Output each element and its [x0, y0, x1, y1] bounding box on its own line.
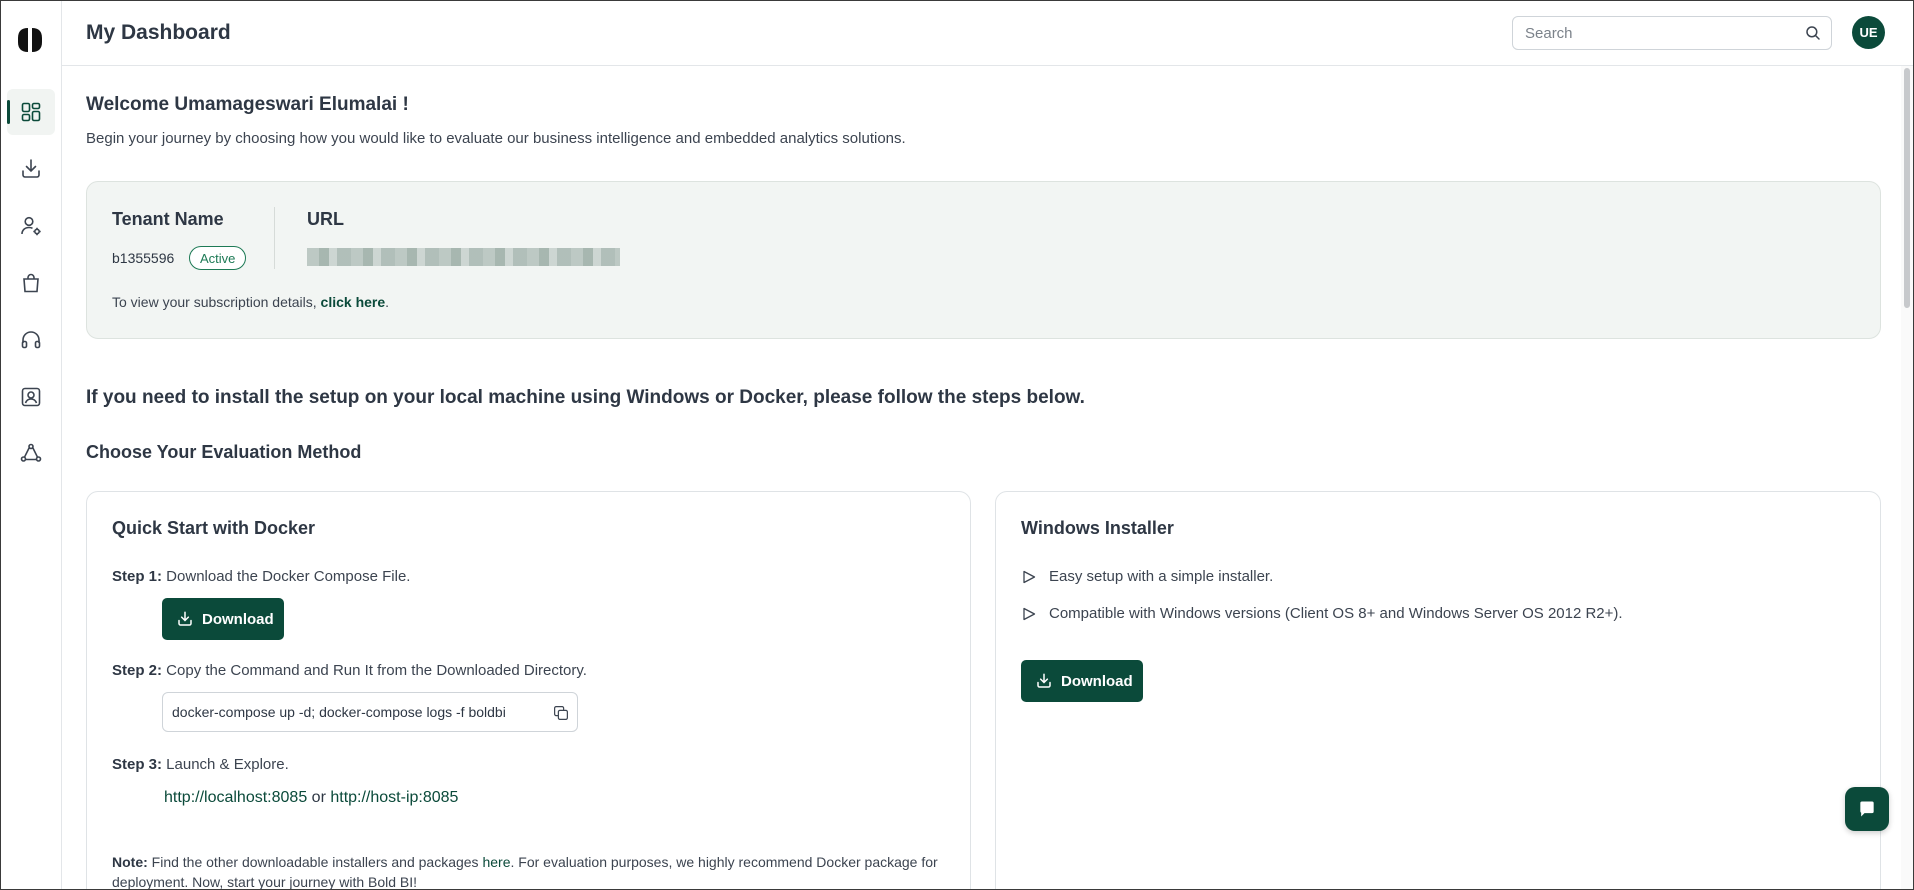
- subscription-link[interactable]: click here: [321, 294, 386, 310]
- subscription-suffix: .: [385, 294, 390, 310]
- download-icon: [22, 159, 40, 178]
- page-scrollbar[interactable]: [1901, 66, 1913, 889]
- logo-icon: [18, 28, 42, 52]
- sidebar-item-support[interactable]: [7, 317, 55, 363]
- download-icon: [178, 611, 192, 626]
- windows-download-button[interactable]: Download: [1021, 660, 1143, 702]
- sidebar: [1, 1, 62, 889]
- tenant-divider: [274, 207, 275, 269]
- subscription-prefix: To view your subscription details,: [112, 294, 321, 310]
- search-box: [1512, 16, 1832, 50]
- localhost-link[interactable]: http://localhost:8085: [164, 789, 307, 806]
- windows-card: Windows Installer Easy setup with a simp…: [995, 491, 1881, 889]
- play-arrow-icon: [1023, 607, 1036, 620]
- docker-step-1: Step 1: Download the Docker Compose File…: [112, 568, 410, 585]
- search-input[interactable]: [1514, 18, 1794, 48]
- installers-link[interactable]: here: [482, 854, 510, 870]
- windows-feature-1: Easy setup with a simple installer.: [1021, 568, 1273, 585]
- sidebar-item-store[interactable]: [7, 260, 55, 306]
- docker-step-3: Step 3: Launch & Explore.: [112, 756, 289, 773]
- step-3-text: Launch & Explore.: [162, 756, 289, 773]
- download-label: Download: [1061, 672, 1133, 690]
- user-avatar[interactable]: UE: [1852, 16, 1885, 49]
- feature-1-text: Easy setup with a simple installer.: [1049, 568, 1274, 585]
- chat-bubble-icon: [1860, 801, 1874, 817]
- launch-links: http://localhost:8085 or http://host-ip:…: [164, 789, 458, 807]
- page-title: My Dashboard: [86, 21, 231, 44]
- docker-note: Note: Find the other downloadable instal…: [112, 852, 952, 889]
- docker-step-2: Step 2: Copy the Command and Run It from…: [112, 662, 587, 679]
- step-1-label: Step 1:: [112, 568, 163, 585]
- docker-card-title: Quick Start with Docker: [112, 518, 316, 538]
- step-2-label: Step 2:: [112, 662, 163, 679]
- note-label: Note:: [112, 854, 148, 870]
- top-header: My Dashboard UE: [62, 1, 1913, 66]
- app-window: My Dashboard UE Welcome Umamageswari Elu…: [0, 0, 1914, 890]
- url-label: URL: [307, 209, 344, 229]
- windows-card-title: Windows Installer: [1021, 518, 1174, 538]
- sidebar-item-community[interactable]: [7, 431, 55, 477]
- welcome-heading: Welcome Umamageswari Elumalai !: [86, 94, 409, 115]
- community-icon: [20, 443, 42, 462]
- command-box[interactable]: docker-compose up -d; docker-compose log…: [162, 692, 578, 732]
- note-text-1: Find the other downloadable installers a…: [147, 854, 483, 870]
- feature-2-text: Compatible with Windows versions (Client…: [1049, 605, 1623, 622]
- main-content: Welcome Umamageswari Elumalai ! Begin yo…: [62, 67, 1901, 889]
- sidebar-item-dashboard[interactable]: [7, 89, 55, 135]
- step-3-label: Step 3:: [112, 756, 163, 773]
- step-1-text: Download the Docker Compose File.: [162, 568, 411, 585]
- search-icon[interactable]: [1804, 24, 1822, 42]
- host-ip-link[interactable]: http://host-ip:8085: [330, 789, 458, 806]
- status-badge: Active: [189, 246, 247, 270]
- grid-icon: [21, 102, 41, 122]
- headset-icon: [21, 331, 41, 349]
- setup-heading: If you need to install the setup on your…: [86, 387, 1085, 408]
- sidebar-item-downloads[interactable]: [7, 146, 55, 192]
- scrollbar-thumb[interactable]: [1904, 68, 1910, 308]
- tenant-url-redacted[interactable]: [307, 248, 620, 266]
- windows-feature-2: Compatible with Windows versions (Client…: [1021, 605, 1623, 622]
- docker-card: Quick Start with Docker Step 1: Download…: [86, 491, 971, 889]
- tenant-card: Tenant Name b1355596 Active URL To view …: [86, 181, 1881, 339]
- download-icon: [1037, 673, 1051, 688]
- link-separator: or: [307, 789, 331, 806]
- copy-icon[interactable]: [552, 704, 570, 722]
- chat-button[interactable]: [1845, 787, 1889, 831]
- tenant-id: b1355596: [112, 250, 175, 266]
- user-gear-icon: [21, 216, 41, 236]
- download-label: Download: [202, 610, 274, 628]
- command-text: docker-compose up -d; docker-compose log…: [172, 704, 506, 720]
- contact-card-icon: [21, 387, 41, 407]
- tenant-name-label: Tenant Name: [112, 209, 224, 229]
- docker-download-button[interactable]: Download: [162, 598, 284, 640]
- evaluation-heading: Choose Your Evaluation Method: [86, 442, 362, 462]
- intro-text: Begin your journey by choosing how you w…: [86, 130, 906, 147]
- subscription-text: To view your subscription details, click…: [112, 294, 389, 310]
- sidebar-item-contacts[interactable]: [7, 374, 55, 420]
- step-2-text: Copy the Command and Run It from the Dow…: [162, 662, 587, 679]
- sidebar-item-user-settings[interactable]: [7, 203, 55, 249]
- bag-icon: [23, 273, 39, 293]
- app-logo[interactable]: [15, 25, 45, 55]
- play-arrow-icon: [1023, 570, 1036, 583]
